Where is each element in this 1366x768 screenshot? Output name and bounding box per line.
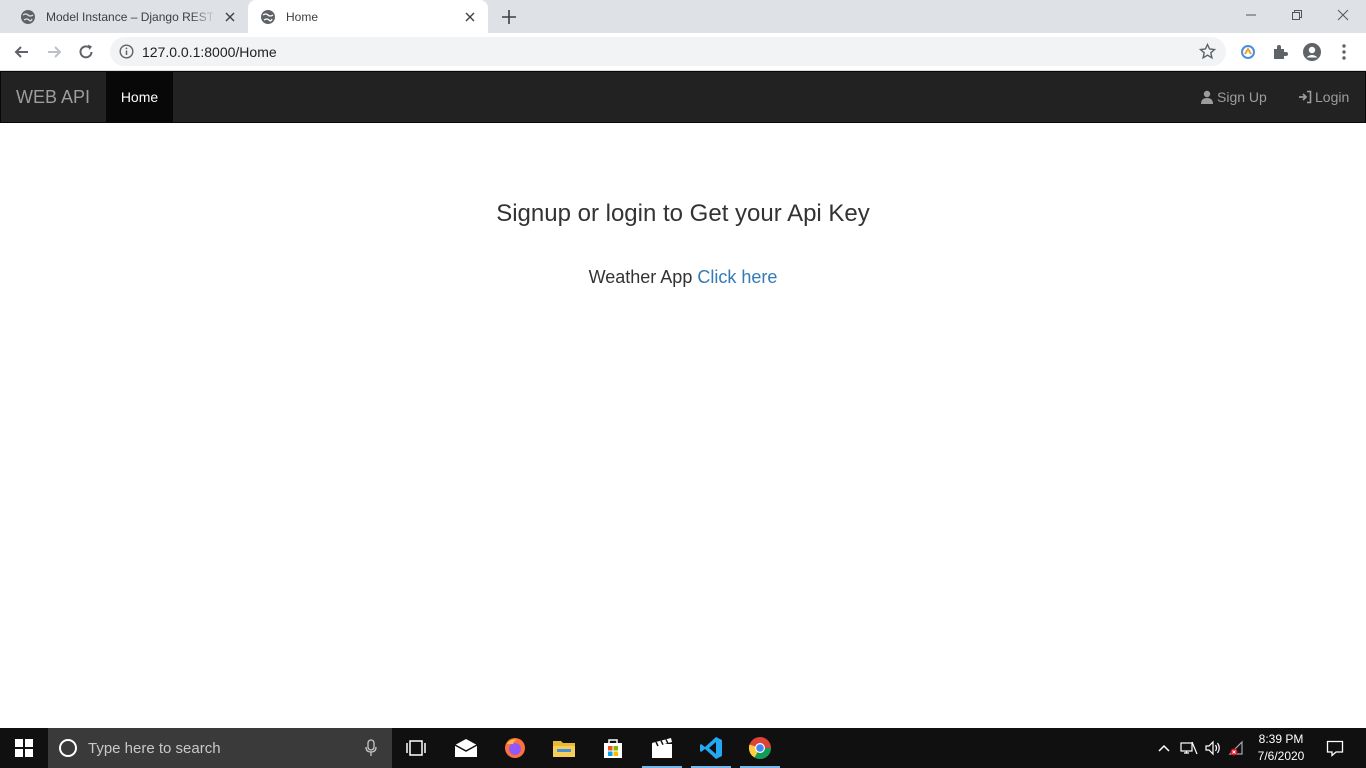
minimize-icon[interactable] — [1228, 0, 1274, 30]
file-explorer-icon[interactable] — [540, 728, 588, 768]
vscode-icon[interactable] — [687, 728, 735, 768]
user-icon — [1201, 90, 1213, 104]
bookmark-star-icon[interactable] — [1199, 43, 1216, 60]
close-tab-icon[interactable] — [222, 9, 238, 25]
extension-icon[interactable] — [1238, 42, 1258, 62]
wifi-warning-icon[interactable] — [1226, 728, 1248, 768]
close-tab-icon[interactable] — [462, 9, 478, 25]
weather-app-label: Weather App — [588, 267, 693, 287]
tab-title: Home — [286, 9, 319, 24]
puzzle-icon[interactable] — [1270, 42, 1290, 62]
new-tab-icon[interactable] — [500, 8, 518, 26]
login-icon — [1299, 90, 1312, 104]
movies-icon[interactable] — [638, 728, 686, 768]
signup-link[interactable]: Sign Up — [1200, 72, 1267, 122]
show-hidden-icons-icon[interactable] — [1154, 728, 1174, 768]
search-placeholder: Type here to search — [88, 740, 221, 757]
brand-link[interactable]: WEB API — [16, 72, 90, 122]
forward-arrow-icon[interactable] — [44, 42, 64, 62]
reload-icon[interactable] — [76, 42, 96, 62]
task-view-icon[interactable] — [392, 728, 440, 768]
nav-home-link[interactable]: Home — [106, 72, 173, 122]
volume-icon[interactable] — [1202, 728, 1224, 768]
taskbar-search[interactable]: Type here to search — [48, 728, 392, 768]
site-navbar: WEB API Home Sign Up Login — [0, 71, 1366, 123]
menu-dots-icon[interactable] — [1334, 42, 1354, 62]
login-link[interactable]: Login — [1298, 72, 1349, 122]
restore-icon[interactable] — [1274, 0, 1320, 30]
globe-icon — [260, 9, 276, 25]
weather-app-line: Weather App Click here — [0, 267, 1366, 288]
microphone-icon[interactable] — [364, 739, 378, 757]
windows-taskbar: Type here to search 8:39 PM 7/6/2020 — [0, 728, 1366, 768]
browser-tab-strip: Model Instance – Django REST fr Home — [0, 0, 1366, 33]
clock-time: 8:39 PM — [1258, 732, 1304, 746]
url-text: 127.0.0.1:8000/Home — [142, 44, 277, 60]
firefox-icon[interactable] — [491, 728, 539, 768]
back-arrow-icon[interactable] — [12, 42, 32, 62]
clock-date: 7/6/2020 — [1257, 749, 1305, 763]
profile-avatar-icon[interactable] — [1302, 42, 1322, 62]
chrome-icon[interactable] — [736, 728, 784, 768]
windows-start-icon[interactable] — [0, 728, 48, 768]
store-icon[interactable] — [589, 728, 637, 768]
signup-label: Sign Up — [1217, 89, 1267, 105]
globe-icon — [20, 9, 36, 25]
mail-icon[interactable] — [442, 728, 490, 768]
click-here-link[interactable]: Click here — [697, 267, 777, 287]
system-clock[interactable]: 8:39 PM 7/6/2020 — [1248, 731, 1314, 765]
page-heading: Signup or login to Get your Api Key — [496, 200, 870, 227]
notifications-icon[interactable] — [1320, 728, 1350, 768]
tab-model-instance[interactable]: Model Instance – Django REST fr — [8, 0, 248, 33]
close-window-icon[interactable] — [1320, 0, 1366, 30]
cortana-icon — [58, 738, 78, 758]
address-bar[interactable]: 127.0.0.1:8000/Home — [110, 37, 1226, 66]
tab-title: Model Instance – Django REST fr — [46, 9, 216, 24]
browser-toolbar: 127.0.0.1:8000/Home — [0, 33, 1366, 71]
info-icon[interactable] — [119, 44, 134, 59]
network-icon[interactable] — [1178, 728, 1200, 768]
login-label: Login — [1315, 89, 1350, 105]
tab-home[interactable]: Home — [248, 0, 488, 33]
